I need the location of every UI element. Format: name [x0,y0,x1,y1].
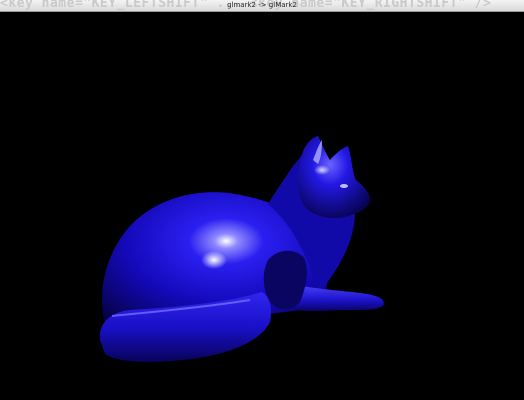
cat-back-leg [263,250,307,310]
head-highlight [314,165,330,175]
cat-render [99,136,384,362]
cat-head [297,136,371,219]
title-bar[interactable]: <key name="KEY_LEFTSHIFT" ... <key name=… [0,0,524,12]
cat-eye [340,184,348,188]
body-highlight [201,251,227,269]
window-title: glmark2 -> glMark2 [227,1,297,9]
glmark2-window: <key name="KEY_LEFTSHIFT" ... <key name=… [0,0,524,400]
render-viewport[interactable] [0,12,524,400]
